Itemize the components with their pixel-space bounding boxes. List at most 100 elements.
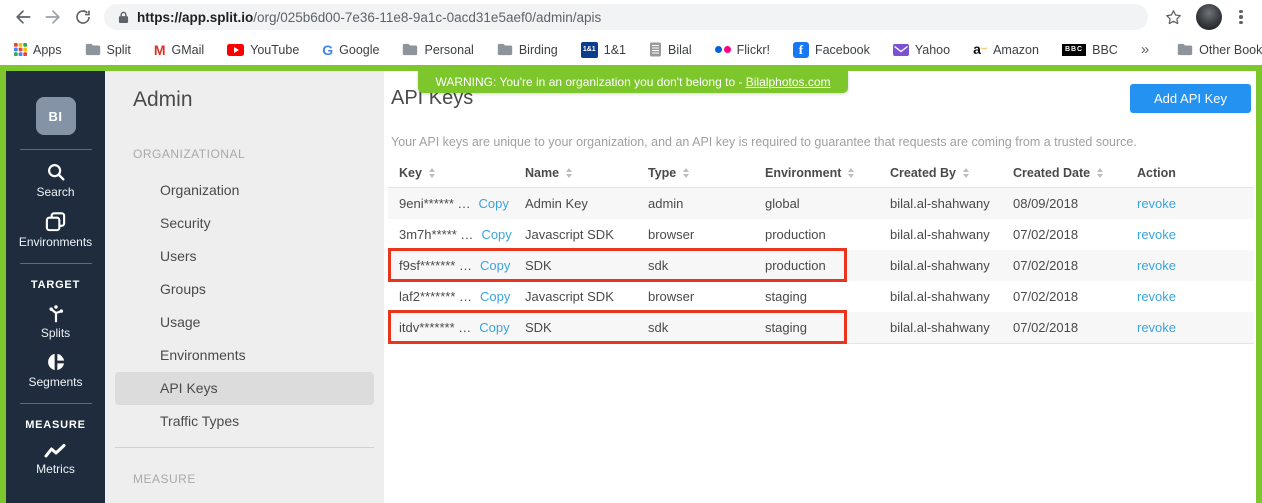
sidebar-item-segments[interactable]: Segments [28,351,82,389]
bookmark-personal[interactable]: Personal [402,43,473,57]
facebook-icon: f [793,42,809,58]
revoke-link[interactable]: revoke [1137,258,1176,273]
bookmark-label: Bilal [668,43,692,57]
table-row: 9eni****** …Copy Admin Key admin global … [388,188,1254,219]
bookmark-label: Split [107,43,131,57]
back-button[interactable] [8,2,38,32]
other-bookmarks[interactable]: Other Bookmarks [1177,43,1262,57]
nav-item-groups[interactable]: Groups [115,273,374,306]
bookmark-bilal[interactable]: Bilal [649,42,692,57]
cell-created-by: bilal.al-shahwany [879,320,1002,335]
key-value: itdv******* … [399,320,471,335]
nav-item-organization[interactable]: Organization [115,174,374,207]
copy-link[interactable]: Copy [479,196,509,211]
sidebar-item-environments[interactable]: Environments [19,210,92,249]
address-bar[interactable]: https://app.split.io/org/025b6d00-7e36-1… [104,4,1148,30]
revoke-link[interactable]: revoke [1137,227,1176,242]
nav-item-traffic-types[interactable]: Traffic Types [115,405,374,438]
column-header-type[interactable]: Type [637,166,754,180]
sort-icon[interactable] [429,168,435,178]
revoke-link[interactable]: revoke [1137,320,1176,335]
forward-button[interactable] [38,2,68,32]
bookmark-star-button[interactable] [1158,2,1188,32]
cell-action: revoke [1126,258,1254,273]
bookmarks-overflow-icon[interactable]: » [1141,41,1149,58]
sort-icon[interactable] [848,168,854,178]
sort-icon[interactable] [1097,168,1103,178]
column-header-key[interactable]: Key [388,166,514,180]
refresh-button[interactable] [68,2,98,32]
browser-profile-avatar[interactable] [1196,4,1222,30]
url-text: https://app.split.io/org/025b6d00-7e36-1… [137,10,601,25]
notebook-icon [649,42,662,57]
copy-link[interactable]: Copy [481,227,511,242]
bookmark-label: Amazon [993,43,1039,57]
sort-icon[interactable] [963,168,969,178]
admin-nav: Admin ORGANIZATIONAL Organization Securi… [105,71,384,503]
bbc-icon: BBC [1062,44,1086,56]
bookmark-label: Flickr! [737,43,770,57]
sort-icon[interactable] [683,168,689,178]
cell-name: SDK [514,258,637,273]
table-header-row: Key Name Type Environment Created By Cre… [388,162,1254,188]
browser-menu-button[interactable] [1230,8,1252,27]
folder-icon [497,43,513,56]
cell-environment: global [754,196,879,211]
column-header-created-date[interactable]: Created Date [1002,166,1126,180]
sidebar-item-label: Environments [19,235,92,249]
sidebar-item-label: Splits [41,326,70,340]
nav-item-event-types[interactable]: Event Types [115,494,374,503]
cell-environment: production [754,227,879,242]
bookmark-birding[interactable]: Birding [497,43,558,57]
cell-created-date: 07/02/2018 [1002,289,1126,304]
column-header-environment[interactable]: Environment [754,166,879,180]
nav-item-usage[interactable]: Usage [115,306,374,339]
sidebar-item-label: Metrics [36,462,75,476]
column-header-created-by[interactable]: Created By [879,166,1002,180]
sidebar-item-splits[interactable]: Splits [41,302,70,340]
column-header-name[interactable]: Name [514,166,637,180]
nav-item-security[interactable]: Security [115,207,374,240]
copy-link[interactable]: Copy [480,289,510,304]
warning-link[interactable]: Bilalphotos.com [746,75,831,89]
cell-key: itdv******* … Copy [388,320,514,335]
bookmark-split[interactable]: Split [85,43,131,57]
bookmark-yahoo[interactable]: Yahoo [893,43,950,57]
bookmark-facebook[interactable]: f Facebook [793,42,870,58]
back-arrow-icon [13,7,33,27]
sidebar-item-metrics[interactable]: Metrics [36,442,75,476]
sidebar-section-target: TARGET [31,279,80,291]
key-value: 9eni****** … [399,196,471,211]
bookmark-youtube[interactable]: YouTube [227,43,299,57]
column-header-action: Action [1126,166,1254,180]
user-avatar[interactable]: BI [36,97,76,135]
revoke-link[interactable]: revoke [1137,196,1176,211]
sidebar-item-label: Segments [28,375,82,389]
cell-created-by: bilal.al-shahwany [879,227,1002,242]
section-heading-measure: MEASURE [133,472,384,486]
nav-item-users[interactable]: Users [115,240,374,273]
bookmark-bbc[interactable]: BBC BBC [1062,43,1118,57]
add-api-key-button[interactable]: Add API Key [1130,84,1251,113]
bookmark-flickr[interactable]: Flickr! [715,43,770,57]
bookmark-apps[interactable]: Apps [14,43,62,57]
bookmark-amazon[interactable]: a Amazon [973,42,1039,58]
cell-action: revoke [1126,289,1254,304]
column-label: Key [399,166,422,180]
bookmark-1and1[interactable]: 1&1 1&1 [581,42,626,58]
cell-environment: staging [754,289,879,304]
sort-icon[interactable] [566,168,572,178]
bookmark-label: YouTube [250,43,299,57]
bookmark-gmail[interactable]: M GMail [154,42,204,58]
cell-type: admin [637,196,754,211]
nav-item-api-keys[interactable]: API Keys [115,372,374,405]
copy-link[interactable]: Copy [480,258,510,273]
cell-created-date: 07/02/2018 [1002,258,1126,273]
main-content: WARNING: You're in an organization you d… [384,71,1256,503]
cell-type: browser [637,227,754,242]
sidebar-item-search[interactable]: Search [36,161,74,199]
copy-link[interactable]: Copy [479,320,509,335]
nav-item-environments[interactable]: Environments [115,339,374,372]
bookmark-google[interactable]: G Google [322,42,379,58]
revoke-link[interactable]: revoke [1137,289,1176,304]
